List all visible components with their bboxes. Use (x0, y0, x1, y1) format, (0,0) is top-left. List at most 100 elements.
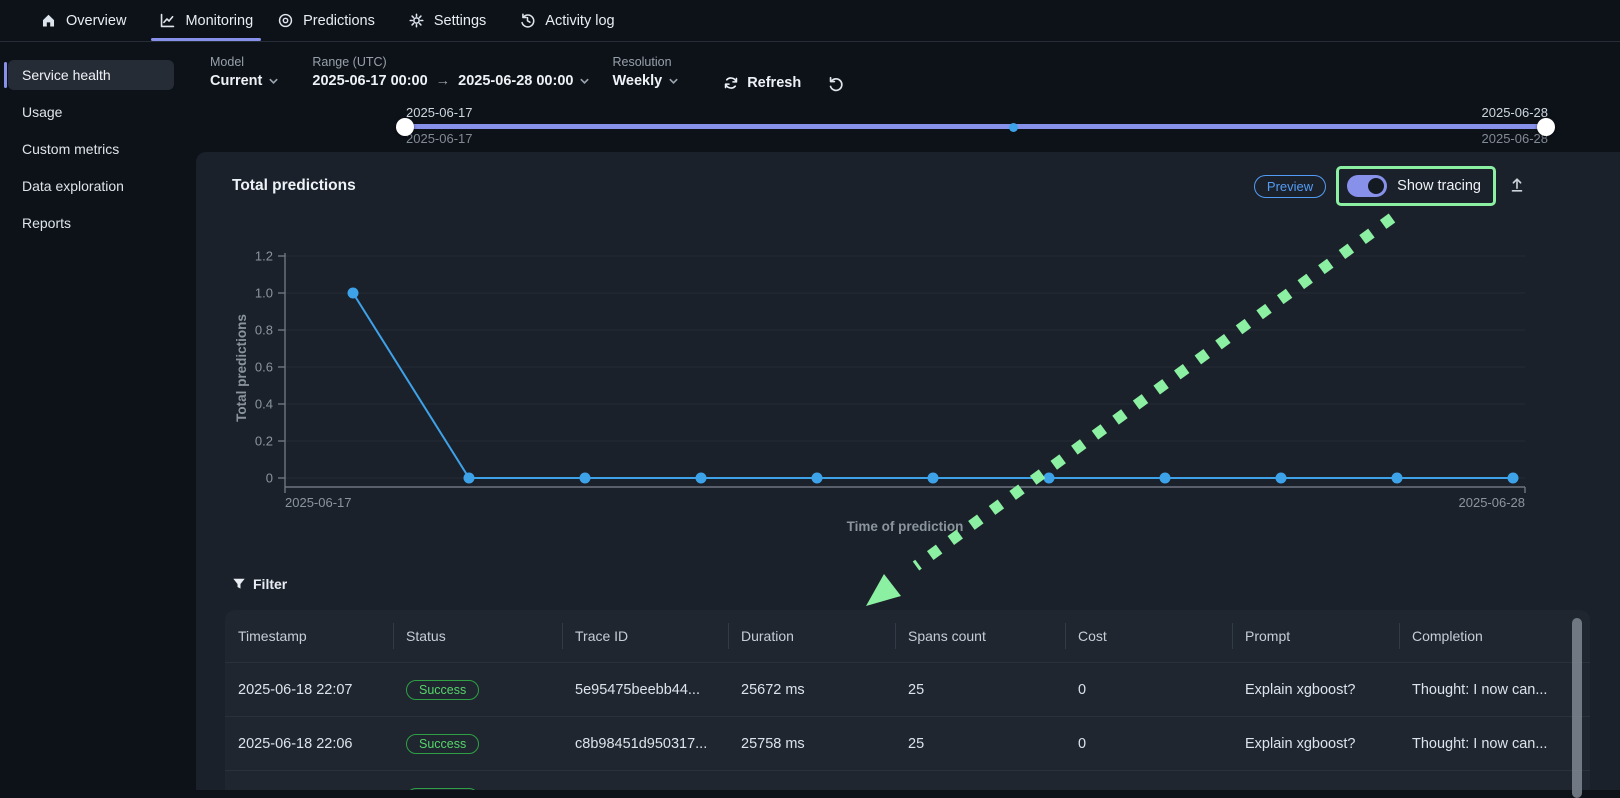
chevron-down-icon (579, 77, 590, 85)
sidebar-item-label: Usage (22, 104, 62, 120)
column-header-label: Duration (741, 628, 794, 644)
column-divider (393, 623, 394, 649)
restore-button[interactable] (827, 75, 844, 95)
svg-text:2025-06-17: 2025-06-17 (285, 495, 352, 510)
column-header-trace_id[interactable]: Trace ID (562, 610, 728, 662)
column-header-spans_count[interactable]: Spans count (895, 610, 1065, 662)
cell-status: Success (393, 734, 562, 754)
sidebar-item-label: Custom metrics (22, 141, 119, 157)
svg-text:1.0: 1.0 (255, 286, 273, 301)
sidebar-item-custom-metrics[interactable]: Custom metrics (8, 134, 174, 164)
resolution-dropdown[interactable]: Weekly (612, 73, 679, 89)
cell-completion: Thought: I now can... (1399, 682, 1590, 698)
column-header-prompt[interactable]: Prompt (1232, 610, 1399, 662)
nav-item-label: Predictions (303, 13, 375, 29)
filter-button[interactable]: Filter (232, 576, 287, 592)
resolution-control: Resolution Weekly (612, 55, 679, 89)
column-header-label: Trace ID (575, 628, 628, 644)
range-arrow: → (434, 73, 453, 89)
nav-item-predictions[interactable]: Predictions (265, 0, 396, 41)
upload-icon (1508, 176, 1526, 194)
home-icon (40, 12, 57, 29)
cell-completion: Thought: I now can... (1399, 736, 1590, 752)
controls-bar: Model Current Range (UTC) 2025-06-17 00:… (196, 42, 1620, 100)
sidebar-item-service-health[interactable]: Service health (8, 60, 174, 90)
column-divider (562, 623, 563, 649)
cell-prompt: Explain xgboost? (1232, 682, 1399, 698)
table-row[interactable]: 2025-06-18 22:07Success5e95475beebb44...… (225, 662, 1590, 716)
service-health-panel: Total predictions Preview Show tracing 0… (196, 152, 1620, 790)
column-divider (728, 623, 729, 649)
main-area: Model Current Range (UTC) 2025-06-17 00:… (196, 42, 1620, 790)
export-button[interactable] (1508, 176, 1526, 197)
show-tracing-toggle[interactable] (1347, 175, 1387, 197)
table-row[interactable]: 2025-06-18 22:06Successc8b98451d950317..… (225, 716, 1590, 770)
svg-text:Time of prediction: Time of prediction (847, 519, 964, 534)
cell-spans_count: 25 (895, 736, 1065, 752)
sidebar-item-label: Reports (22, 215, 71, 231)
refresh-label: Refresh (747, 75, 801, 91)
column-header-timestamp[interactable]: Timestamp (225, 610, 393, 662)
traces-table: Timestamp Status Trace ID Duration Spans cou… (225, 610, 1590, 790)
date-range-slider: 2025-06-17 2025-06-17 2025-06-28 2025-06… (196, 100, 1620, 152)
refresh-button[interactable]: Refresh (723, 75, 801, 91)
model-dropdown[interactable]: Current (210, 73, 279, 89)
slider-end-label: 2025-06-28 (1482, 105, 1549, 120)
column-header-label: Prompt (1245, 628, 1290, 644)
slider-handle-end[interactable] (1537, 118, 1555, 136)
svg-text:Total predictions: Total predictions (234, 314, 249, 422)
sidebar-item-usage[interactable]: Usage (8, 97, 174, 127)
cell-timestamp: 2025-06-18 22:06 (225, 736, 393, 752)
slider-track[interactable] (401, 124, 1552, 129)
nav-item-monitoring[interactable]: Monitoring (147, 0, 265, 41)
svg-text:0.2: 0.2 (255, 434, 273, 449)
cell-trace_id: c8b98451d950317... (562, 736, 728, 752)
total-predictions-line-chart: 00.20.40.60.81.01.22025-06-172025-06-28T… (230, 246, 1560, 546)
table-header-row: Timestamp Status Trace ID Duration Spans cou… (225, 610, 1590, 662)
table-body: 2025-06-18 22:07Success5e95475beebb44...… (225, 662, 1590, 790)
chevron-down-icon (268, 77, 279, 85)
column-header-duration[interactable]: Duration (728, 610, 895, 662)
sidebar-item-data-exploration[interactable]: Data exploration (8, 171, 174, 201)
cell-prompt: Explain xgboost? (1232, 736, 1399, 752)
restore-icon (827, 75, 844, 92)
svg-text:0.8: 0.8 (255, 323, 273, 338)
preview-badge[interactable]: Preview (1254, 175, 1326, 198)
nav-item-activity-log[interactable]: Activity log (507, 0, 635, 41)
slider-start-label-dim: 2025-06-17 (406, 131, 473, 146)
column-header-label: Completion (1412, 628, 1483, 644)
column-divider (1065, 623, 1066, 649)
column-header-status[interactable]: Status (393, 610, 562, 662)
range-label: Range (UTC) (312, 55, 590, 69)
range-dropdown[interactable]: 2025-06-17 00:00 → 2025-06-28 00:00 (312, 73, 590, 89)
column-header-label: Status (406, 628, 446, 644)
column-header-cost[interactable]: Cost (1065, 610, 1232, 662)
nav-item-overview[interactable]: Overview (28, 0, 147, 41)
column-header-label: Cost (1078, 628, 1107, 644)
sidebar-item-reports[interactable]: Reports (8, 208, 174, 238)
top-navigation: Overview Monitoring Predictions Settings… (0, 0, 1620, 42)
slider-handle-start[interactable] (396, 118, 414, 136)
table-row[interactable]: Success (225, 770, 1590, 790)
column-header-label: Timestamp (238, 628, 307, 644)
target-icon (277, 12, 294, 29)
active-item-bar (4, 62, 7, 88)
column-divider (1399, 623, 1400, 649)
sidebar: Service health Usage Custom metrics Data… (0, 42, 196, 790)
annotation-highlight-box: Show tracing (1336, 166, 1496, 206)
funnel-icon (232, 577, 246, 591)
column-header-completion[interactable]: Completion (1399, 610, 1590, 662)
model-control: Model Current (210, 55, 279, 89)
slider-marker-dot (1009, 123, 1018, 132)
cell-spans_count: 25 (895, 682, 1065, 698)
chevron-down-icon (668, 77, 679, 85)
history-icon (519, 12, 536, 29)
chart-header: Total predictions Preview Show tracing (196, 152, 1620, 206)
nav-item-label: Monitoring (185, 13, 253, 29)
slider-start-label: 2025-06-17 (406, 105, 473, 120)
nav-item-label: Activity log (545, 13, 614, 29)
svg-text:2025-06-28: 2025-06-28 (1459, 495, 1526, 510)
cell-duration: 25758 ms (728, 736, 895, 752)
table-scrollbar[interactable] (1572, 618, 1582, 798)
nav-item-settings[interactable]: Settings (396, 0, 507, 41)
